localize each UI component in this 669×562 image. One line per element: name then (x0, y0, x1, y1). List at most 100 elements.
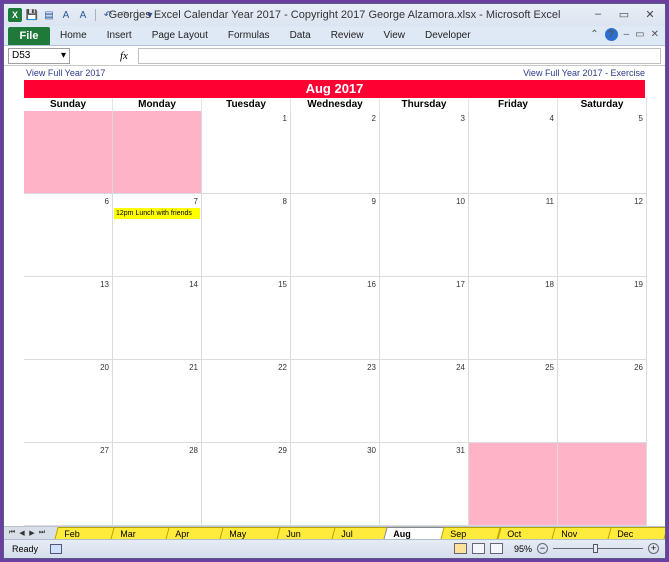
calendar-day-cell[interactable]: 11 (469, 194, 558, 277)
find-icon[interactable]: A (59, 8, 73, 22)
calendar-day-cell[interactable]: 27 (24, 443, 113, 526)
help-icon[interactable]: ? (604, 28, 618, 41)
customize-icon[interactable]: ▾ (143, 8, 157, 22)
calendar-day-cell[interactable]: 17 (380, 277, 469, 360)
zoom-out-button[interactable]: − (537, 543, 548, 554)
calendar-day-cell[interactable]: 16 (291, 277, 380, 360)
day-number: 18 (545, 280, 554, 289)
calendar-grid: Sunday Monday Tuesday Wednesday Thursday Frid… (24, 98, 647, 526)
view-full-year-exercise-link[interactable]: View Full Year 2017 - Exercise (523, 68, 645, 78)
minimize-button[interactable]: – (587, 6, 609, 22)
calendar-day-cell[interactable]: 14 (113, 277, 202, 360)
calendar-day-cell[interactable]: 20 (24, 360, 113, 443)
qat-separator (137, 9, 138, 21)
tab-insert[interactable]: Insert (97, 30, 142, 41)
day-number: 11 (545, 197, 554, 206)
day-of-week-tuesday: Tuesday (202, 98, 291, 111)
tab-developer[interactable]: Developer (415, 30, 481, 41)
calendar-day-cell[interactable]: 5 (558, 111, 647, 194)
day-number: 23 (367, 363, 376, 372)
tab-file[interactable]: File (8, 26, 50, 45)
calendar-day-cell[interactable]: 22 (202, 360, 291, 443)
calendar-day-cell[interactable]: 9 (291, 194, 380, 277)
calendar-day-cell[interactable]: 12 (558, 194, 647, 277)
calendar-blank-cell[interactable] (113, 111, 202, 194)
minimize-ribbon-icon[interactable]: ⌃ (590, 29, 598, 40)
tab-review[interactable]: Review (321, 30, 374, 41)
calendar-day-cell[interactable]: 8 (202, 194, 291, 277)
page-layout-view-button[interactable] (471, 543, 485, 554)
calendar-blank-cell[interactable] (24, 111, 113, 194)
print-icon[interactable]: ▤ (42, 8, 56, 22)
calendar-day-cell[interactable]: 31 (380, 443, 469, 526)
calendar-day-cell[interactable]: 3 (380, 111, 469, 194)
view-full-year-link[interactable]: View Full Year 2017 (26, 68, 105, 78)
calendar-day-cell[interactable]: 7 12pm Lunch with friends (113, 194, 202, 277)
name-box[interactable]: D53 ▾ (8, 47, 70, 64)
workbook-minimize-button[interactable]: – (624, 29, 630, 40)
day-of-week-thursday: Thursday (380, 98, 469, 111)
calendar-day-cell[interactable]: 26 (558, 360, 647, 443)
calendar-blank-cell[interactable] (558, 443, 647, 526)
window-controls: – ▭ ✕ (587, 6, 661, 22)
calendar-day-cell[interactable]: 10 (380, 194, 469, 277)
first-sheet-icon[interactable]: ⏮ (8, 529, 16, 537)
calendar-day-cell[interactable]: 23 (291, 360, 380, 443)
restore-button[interactable]: ▭ (613, 6, 635, 22)
undo-icon[interactable]: ↶ (101, 8, 115, 22)
zoom-in-button[interactable]: + (648, 543, 659, 554)
day-number: 17 (456, 280, 465, 289)
calendar-day-cell[interactable]: 24 (380, 360, 469, 443)
zoom-level[interactable]: 95% (514, 544, 532, 554)
zoom-slider[interactable] (553, 543, 643, 554)
calendar-day-cell[interactable]: 25 (469, 360, 558, 443)
page-break-view-button[interactable] (489, 543, 503, 554)
calendar-day-cell[interactable]: 15 (202, 277, 291, 360)
chevron-down-icon[interactable]: ▾ (61, 50, 66, 61)
day-number: 5 (638, 114, 643, 123)
save-icon[interactable]: 💾 (25, 8, 39, 22)
formula-input[interactable] (138, 47, 661, 64)
calendar-day-cell[interactable]: 29 (202, 443, 291, 526)
workbook-close-button[interactable]: ✕ (651, 29, 659, 40)
worksheet[interactable]: View Full Year 2017 View Full Year 2017 … (4, 66, 665, 526)
title-bar: X 💾 ▤ A A ↶ ↷ ▾ Georges Excel Calendar Y… (4, 4, 665, 26)
calendar-day-cell[interactable]: 2 (291, 111, 380, 194)
day-number: 10 (456, 197, 465, 206)
tab-view[interactable]: View (373, 30, 415, 41)
redo-icon[interactable]: ↷ (118, 8, 132, 22)
calendar-blank-cell[interactable] (469, 443, 558, 526)
workbook-restore-button[interactable]: ▭ (635, 29, 644, 40)
prev-sheet-icon[interactable]: ◀ (18, 529, 26, 537)
day-number: 26 (634, 363, 643, 372)
tab-formulas[interactable]: Formulas (218, 30, 280, 41)
day-number: 28 (189, 446, 198, 455)
calendar-day-cell[interactable]: 19 (558, 277, 647, 360)
close-button[interactable]: ✕ (639, 6, 661, 22)
tab-page-layout[interactable]: Page Layout (142, 30, 218, 41)
tab-home[interactable]: Home (50, 30, 97, 41)
calendar-day-cell[interactable]: 6 (24, 194, 113, 277)
calendar-day-cell[interactable]: 30 (291, 443, 380, 526)
tab-data[interactable]: Data (280, 30, 321, 41)
calendar-day-cell[interactable]: 4 (469, 111, 558, 194)
ribbon-right-controls: ⌃ ? – ▭ ✕ (590, 28, 659, 41)
excel-app-icon[interactable]: X (8, 8, 22, 22)
macro-recording-icon[interactable] (50, 544, 63, 554)
calendar-event[interactable]: 12pm Lunch with friends (114, 208, 200, 219)
insert-function-icon[interactable]: fx (120, 50, 134, 62)
status-bar: Ready 95% − + (4, 539, 665, 558)
day-number: 12 (634, 197, 643, 206)
calendar-day-cell[interactable]: 21 (113, 360, 202, 443)
next-sheet-icon[interactable]: ▶ (28, 529, 36, 537)
zoom-slider-thumb[interactable] (592, 544, 598, 553)
format-icon[interactable]: A (76, 8, 90, 22)
calendar-day-cell[interactable]: 13 (24, 277, 113, 360)
day-number: 4 (549, 114, 554, 123)
calendar-day-cell[interactable]: 1 (202, 111, 291, 194)
normal-view-button[interactable] (453, 543, 467, 554)
day-number: 15 (278, 280, 287, 289)
calendar-day-cell[interactable]: 28 (113, 443, 202, 526)
last-sheet-icon[interactable]: ⏭ (38, 529, 46, 537)
calendar-day-cell[interactable]: 18 (469, 277, 558, 360)
